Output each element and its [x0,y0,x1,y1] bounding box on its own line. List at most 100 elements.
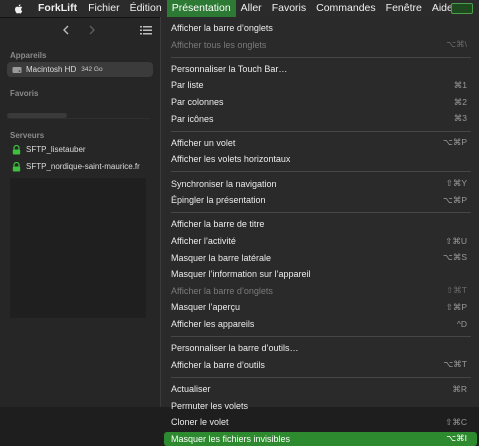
drive-icon [11,64,22,75]
menu-item[interactable]: Afficher les appareils ^D [164,317,477,331]
menu-item[interactable]: Afficher la barre d’outils ⌥⌘T [164,358,477,372]
menu-item-label: Masquer la barre latérale [171,252,272,263]
list-icon [140,26,152,35]
menu-separator [171,335,471,337]
menu-item-shortcut: ⌘R [452,383,467,394]
sidebar-item-sftp-nordique[interactable]: SFTP_nordique-saint-maurice.fr [7,159,153,174]
sidebar-item-label: Macintosh HD [26,65,77,74]
menu-item-shortcut: ⌥⌘I [446,433,467,444]
presentation-menu: Afficher la barre d’onglets Afficher tous… [160,17,479,446]
menu-favoris[interactable]: Favoris [267,0,311,17]
menu-item[interactable]: Épingler la présentation ⌥⌘P [164,193,477,207]
menu-item-label: Épingler la présentation [171,195,266,206]
favorites-divider [7,118,150,119]
menu-item[interactable]: Permuter les volets [164,399,477,413]
menu-item-shortcut: ⇧⌘Y [445,178,467,189]
section-favorites-heading: Favoris [10,89,39,98]
section-devices-heading: Appareils [10,51,47,60]
menu-item[interactable]: Synchroniser la navigation ⇧⌘Y [164,177,477,191]
menu-item: Afficher la barre d’onglets ⇧⌘T [164,284,477,298]
menu-item[interactable]: Masquer l’aperçu ⇧⌘P [164,300,477,314]
chevron-right-icon [89,25,95,35]
menu-separator [171,130,471,132]
menu-item-label: Par liste [171,80,204,91]
menu-item-label: Afficher la barre d’onglets [171,285,273,296]
menu-separator [171,56,471,58]
menu-item: Afficher tous les onglets ⌥⌘\ [164,38,477,52]
menu-separator [171,212,471,214]
chevron-left-icon [63,25,69,35]
menu-item-shortcut: ⇧⌘C [445,416,467,427]
menu-presentation[interactable]: Présentation [166,0,236,17]
battery-icon[interactable] [451,3,473,14]
menu-item-label: Masquer l’information sur l’appareil [171,269,311,280]
menu-edition[interactable]: Édition [125,0,167,17]
lock-icon [11,161,22,172]
menu-item-label: Afficher la barre d’onglets [171,23,273,33]
menu-item-shortcut: ⌘2 [453,96,467,107]
menu-item-label: Afficher les appareils [171,319,255,329]
menu-item-shortcut: ⇧⌘P [445,301,467,312]
toolbar [0,18,160,42]
menu-item-shortcut: ⌘1 [453,79,467,90]
menu-item[interactable]: Afficher l’activité ⇧⌘U [164,234,477,248]
menu-item-label: Masquer l’aperçu [171,302,241,313]
menu-item[interactable]: Par colonnes ⌘2 [164,95,477,109]
list-view-button[interactable] [138,22,154,38]
menu-item[interactable]: Personnaliser la Touch Bar… [164,62,477,76]
menu-item-shortcut: ⌥⌘\ [446,39,467,50]
menu-item-shortcut: ⇧⌘T [446,285,467,296]
apple-icon[interactable] [13,3,25,15]
menu-item-shortcut: ⌥⌘T [443,359,468,370]
menu-fichier[interactable]: Fichier [83,0,125,17]
menu-item[interactable]: Par liste ⌘1 [164,78,477,92]
sidebar-item-macintosh-hd[interactable]: Macintosh HD 342 Go [7,62,153,77]
menu-item-label: Personnaliser la barre d’outils… [171,343,299,354]
sidebar-item-label: SFTP_nordique-saint-maurice.fr [26,162,140,171]
menu-item-shortcut: ⌥⌘S [443,252,467,263]
menu-item-label: Masquer les fichiers invisibles [171,433,291,444]
menu-item-label: Afficher les volets horizontaux [171,154,291,165]
menu-item-shortcut: ⌥⌘P [443,137,467,148]
menu-item-shortcut: ⌘3 [453,113,467,124]
menu-item[interactable]: Afficher les volets horizontaux [164,152,477,166]
menu-item[interactable]: Afficher la barre d’onglets [164,21,477,35]
menu-item-label: Permuter les volets [171,400,249,411]
back-button[interactable] [58,22,74,38]
menu-item-label: Synchroniser la navigation [171,178,277,189]
menu-item[interactable]: Par icônes ⌘3 [164,112,477,126]
menu-app-name[interactable]: ForkLift [38,0,83,17]
menu-item-label: Afficher l’activité [171,236,236,246]
menu-item-label: Personnaliser la Touch Bar… [171,63,288,74]
menu-commandes[interactable]: Commandes [311,0,381,17]
menu-item-label: Afficher la barre d’outils [171,359,265,370]
menu-aller[interactable]: Aller [236,0,267,17]
menu-separator [171,376,471,378]
menu-item-label: Par icônes [171,113,214,124]
menu-item-shortcut: ^D [456,319,467,329]
menu-item[interactable]: Cloner le volet ⇧⌘C [164,415,477,429]
sidebar: Appareils Macintosh HD 342 Go Favoris Se… [0,18,160,407]
menu-item-label: Afficher la barre de titre [171,219,265,230]
menu-item-label: Afficher tous les onglets [171,39,267,50]
menu-bar: ForkLift Fichier Édition Présentation Al… [0,0,479,18]
menu-item-shortcut: ⌥⌘P [443,194,467,205]
menu-item-label: Actualiser [171,384,211,394]
menu-item-shortcut: ⇧⌘U [445,235,467,246]
menu-item-label: Cloner le volet [171,417,229,428]
menu-item[interactable]: Afficher la barre de titre [164,217,477,231]
sidebar-item-label: SFTP_lisetauber [26,145,86,154]
menu-item[interactable]: Masquer les fichiers invisibles ⌥⌘I [164,431,477,446]
menu-item[interactable]: Actualiser ⌘R [164,382,477,396]
menu-item[interactable]: Masquer la barre latérale ⌥⌘S [164,251,477,265]
menu-fenetre[interactable]: Fenêtre [381,0,427,17]
menu-separator [171,171,471,173]
menu-item[interactable]: Afficher un volet ⌥⌘P [164,136,477,150]
sidebar-item-sftp-lisetauber[interactable]: SFTP_lisetauber [7,142,153,157]
forward-button[interactable] [84,22,100,38]
menu-item[interactable]: Masquer l’information sur l’appareil [164,267,477,281]
menu-item[interactable]: Personnaliser la barre d’outils… [164,341,477,355]
section-servers-heading: Serveurs [10,131,45,140]
sidebar-empty-pane [10,178,146,318]
disk-size-label: 342 Go [81,66,103,73]
